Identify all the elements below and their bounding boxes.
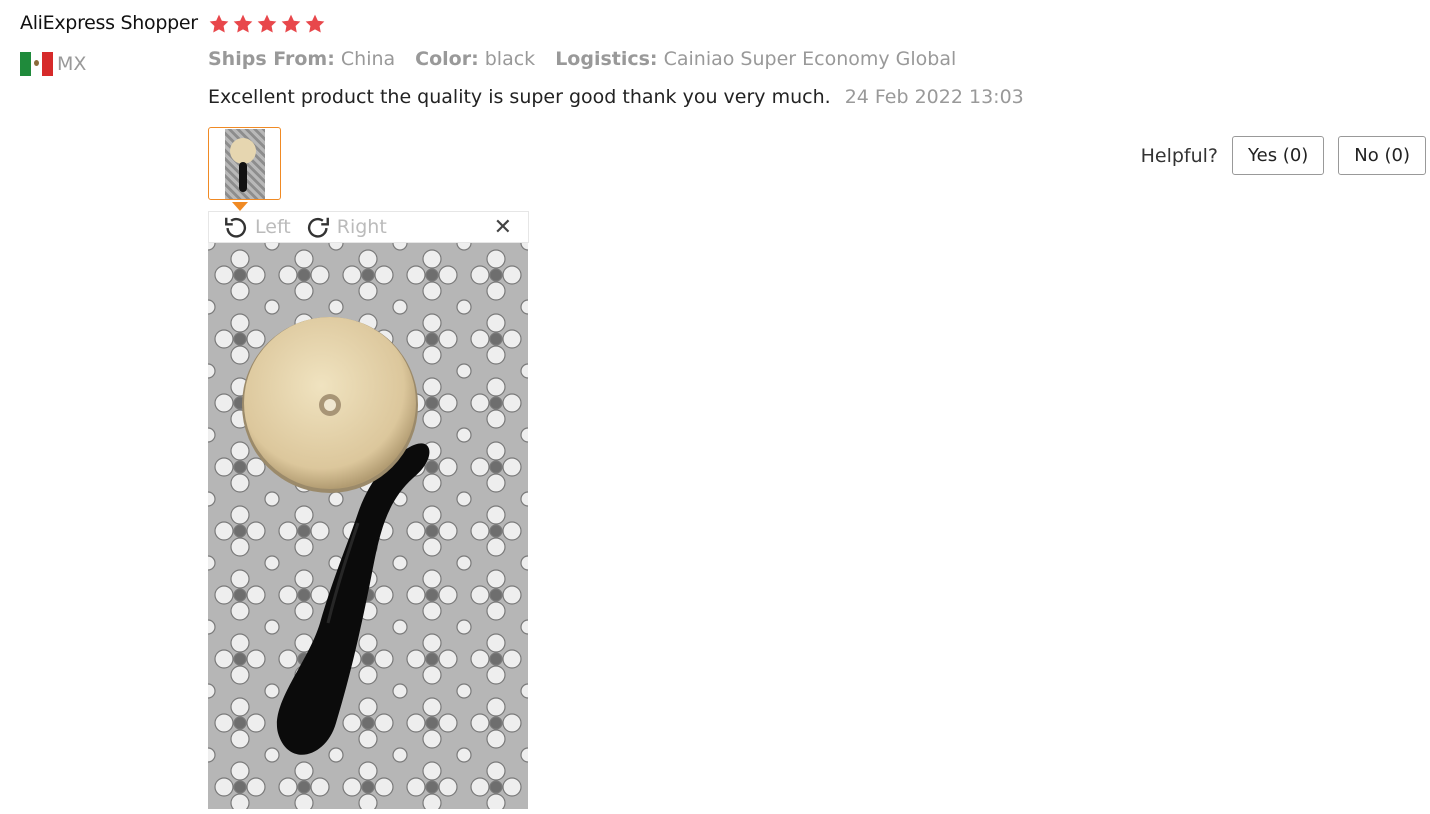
- helpful-yes-button[interactable]: Yes (0): [1232, 136, 1325, 175]
- rotate-right-icon: [307, 217, 329, 238]
- helpful-vote: Helpful? Yes (0) No (0): [1141, 136, 1426, 175]
- rotate-left-button[interactable]: Left: [223, 214, 291, 240]
- thumbnail-pointer: [232, 202, 248, 211]
- rotate-left-label: Left: [255, 216, 291, 238]
- star-icon: [257, 14, 277, 33]
- color-value: black: [484, 48, 536, 70]
- reviewer-name: AliExpress Shopper: [20, 12, 198, 34]
- country-code: MX: [57, 53, 87, 75]
- rotate-right-button[interactable]: Right: [305, 214, 387, 240]
- star-icon: [305, 14, 325, 33]
- star-icon: [233, 14, 253, 33]
- mexico-flag-icon: [20, 52, 53, 76]
- ships-from-label: Ships From:: [208, 48, 335, 70]
- thumbnail-image: [224, 128, 265, 199]
- rotate-right-label: Right: [336, 216, 387, 238]
- close-icon[interactable]: ✕: [494, 215, 512, 241]
- review-date: 24 Feb 2022 13:03: [844, 86, 1024, 108]
- review-text: Excellent product the quality is super g…: [208, 86, 831, 108]
- star-icon: [281, 14, 301, 33]
- image-viewer-toolbar: Left Right ✕: [208, 211, 529, 243]
- ships-from-meta: Ships From: China: [208, 48, 395, 70]
- star-rating: [208, 13, 326, 35]
- color-label: Color:: [415, 48, 479, 70]
- color-meta: Color: black: [415, 48, 535, 70]
- review-content: Excellent product the quality is super g…: [208, 86, 1024, 108]
- review-photo: [208, 243, 528, 809]
- logistics-meta: Logistics: Cainiao Super Economy Global: [555, 48, 956, 70]
- reviewer-country: MX: [20, 52, 86, 76]
- helpful-no-button[interactable]: No (0): [1338, 136, 1426, 175]
- star-icon: [209, 14, 229, 33]
- logistics-label: Logistics:: [555, 48, 658, 70]
- order-meta: Ships From: China Color: black Logistics…: [208, 48, 956, 70]
- review-photo-thumbnail[interactable]: [208, 127, 281, 200]
- logistics-value: Cainiao Super Economy Global: [663, 48, 957, 70]
- ships-from-value: China: [340, 48, 396, 70]
- helpful-label: Helpful?: [1140, 144, 1219, 167]
- rotate-left-icon: [225, 217, 247, 238]
